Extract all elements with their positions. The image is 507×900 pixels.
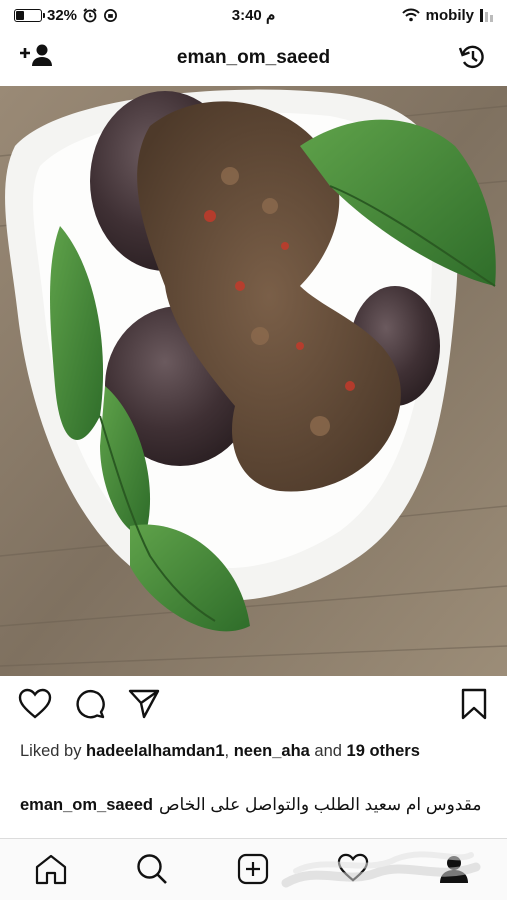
save-button[interactable] [460, 688, 488, 725]
battery-status: 32% [14, 7, 118, 24]
add-user-button[interactable] [20, 42, 54, 75]
likes-summary[interactable]: Liked by hadeelalhamdan1, neen_aha and 1… [20, 740, 490, 762]
bookmark-icon [461, 688, 487, 720]
liker-link[interactable]: hadeelalhamdan1 [86, 742, 224, 760]
post-caption: eman_om_saeed مقدوس ام سعيد الطلب والتواص… [20, 794, 490, 816]
home-icon [35, 854, 67, 885]
liker-link[interactable]: neen_aha [234, 742, 310, 760]
comment-icon [76, 689, 105, 719]
heart-icon [18, 688, 52, 719]
battery-percent: 32% [47, 6, 78, 24]
add-user-icon [20, 44, 52, 66]
signal-icon [480, 8, 493, 22]
tab-search[interactable] [136, 853, 168, 890]
profile-username: eman_om_saeed [176, 47, 331, 68]
search-icon [137, 854, 167, 884]
battery-icon [14, 8, 45, 22]
post-actions [0, 688, 507, 728]
caption-text: مقدوس ام سعيد الطلب والتواصل على الخاص [159, 795, 482, 814]
likes-prefix: Liked by [20, 742, 87, 760]
comment-button[interactable] [74, 688, 106, 725]
orientation-lock-icon [104, 8, 117, 22]
caption-username[interactable]: eman_om_saeed [20, 796, 153, 814]
likes-others-link[interactable]: 19 others [347, 742, 420, 760]
plus-square-icon [237, 853, 269, 885]
wifi-icon [401, 8, 420, 22]
share-button[interactable] [128, 688, 160, 725]
carrier-name: mobily [425, 6, 474, 24]
alarm-icon [83, 8, 97, 23]
tab-new-post[interactable] [237, 853, 269, 890]
like-button[interactable] [18, 688, 52, 725]
bottom-tab-bar [0, 838, 507, 900]
battery-level [16, 10, 25, 20]
status-bar: 32% 3:40 م mobily [0, 0, 507, 30]
maqdous-dish-image [0, 86, 507, 676]
send-icon [128, 689, 160, 719]
likes-separator: , [224, 742, 234, 760]
profile-header: eman_om_saeed [0, 30, 507, 86]
watermark-logo [281, 851, 481, 888]
likes-and: and [309, 742, 347, 760]
history-button[interactable] [457, 42, 487, 77]
post-photo[interactable] [0, 86, 507, 676]
tab-home[interactable] [34, 853, 68, 890]
history-icon [458, 45, 484, 69]
